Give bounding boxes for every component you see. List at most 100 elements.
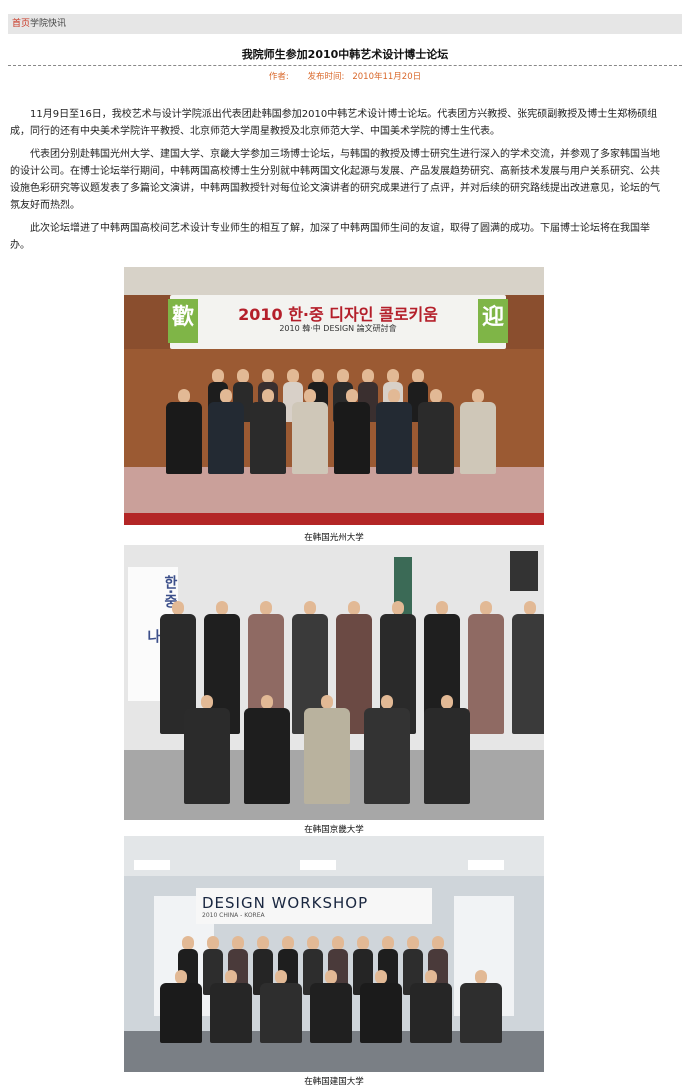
person-head [321,695,333,709]
person-head [172,601,184,615]
person-head [175,970,187,984]
photo-caption-2: 在韩国京畿大学 [304,825,364,835]
person-head [201,695,213,709]
photo-caption-3: 在韩国建国大学 [304,1077,364,1087]
person-body [360,983,402,1043]
person-body [208,402,244,474]
banner-right-char: 迎 [478,299,508,343]
person-head [436,601,448,615]
article-paragraph-3: 此次论坛增进了中韩两国高校间艺术设计专业师生的相互了解，加深了中韩两国师生间的友… [10,223,650,251]
workshop-banner: DESIGN WORKSHOP 2010 CHINA - KOREA [196,888,432,924]
person-head [524,601,536,615]
ceiling-light [300,860,336,870]
person-head [346,389,358,403]
breadcrumb: 首页学院快讯 [8,14,682,34]
ceiling-light [134,860,170,870]
person-head [348,601,360,615]
article-paragraph-1: 11月9日至16日，我校艺术与设计学院派出代表团赴韩国参加2010中韩艺术设计博… [10,109,658,137]
person-body [460,983,502,1043]
photo-caption-1: 在韩国光州大学 [304,533,364,543]
person-head [312,369,324,383]
person-body [376,402,412,474]
person-head [304,601,316,615]
person-body [210,983,252,1043]
person-head [441,695,453,709]
person-head [325,970,337,984]
person-head [275,970,287,984]
person-body [512,614,544,734]
person-head [212,369,224,383]
banner-subtitle: 2010 韓·中 DESIGN 論文研討會 [279,324,397,333]
date-label: 发布时间: [307,72,345,82]
person-body [292,402,328,474]
person-head [392,601,404,615]
person-head [262,389,274,403]
person-head [225,970,237,984]
banner-left-char: 歡 [168,299,198,343]
person-body [364,708,410,804]
person-head [362,369,374,383]
banner-title: DESIGN WORKSHOP [202,894,369,912]
person-head [472,389,484,403]
person-head [375,970,387,984]
person-body [260,983,302,1043]
person-head [480,601,492,615]
person-head [432,936,444,950]
person-head [337,369,349,383]
person-body [244,708,290,804]
person-head [182,936,194,950]
person-body [468,614,504,734]
person-head [220,389,232,403]
breadcrumb-current: 学院快讯 [30,19,67,29]
article-meta: 作者: 发布时间: 2010年11月20日 [8,70,682,82]
person-head [412,369,424,383]
person-head [381,695,393,709]
person-body [418,402,454,474]
title-divider [8,65,682,66]
person-head [287,369,299,383]
person-head [425,970,437,984]
photo-konkuk-university: DESIGN WORKSHOP 2010 CHINA - KOREA [124,836,544,1072]
banner-subtitle: 2010 CHINA - KOREA [202,912,265,919]
person-head [261,695,273,709]
person-body [310,983,352,1043]
person-head [232,936,244,950]
person-body [304,708,350,804]
person-head [178,389,190,403]
person-head [387,369,399,383]
colloquium-banner: 歡 2010 한·중 디자인 콜로키움 2010 韓·中 DESIGN 論文研討… [168,295,508,349]
person-head [388,389,400,403]
photo-ceiling [124,836,544,876]
person-head [207,936,219,950]
person-head [357,936,369,950]
photo-ceiling [124,267,544,295]
person-head [430,389,442,403]
breadcrumb-home-link[interactable]: 首页 [12,19,30,29]
article-title: 我院师生参加2010中韩艺术设计博士论坛 [241,48,449,61]
photo-floor-edge [124,513,544,525]
article-body: 11月9日至16日，我校艺术与设计学院派出代表团赴韩国参加2010中韩艺术设计博… [10,106,660,260]
person-head [262,369,274,383]
person-body [424,708,470,804]
date-value: 2010年11月20日 [352,72,422,82]
person-head [475,970,487,984]
speaker-icon [510,551,538,591]
ceiling-light [468,860,504,870]
author-label: 作者: [268,72,289,82]
person-head [382,936,394,950]
person-head [304,389,316,403]
person-head [407,936,419,950]
person-body [460,402,496,474]
person-body [410,983,452,1043]
person-head [216,601,228,615]
banner-title: 2010 한·중 디자인 콜로키움 [238,305,438,324]
person-head [282,936,294,950]
person-body [184,708,230,804]
person-body [160,983,202,1043]
person-head [332,936,344,950]
photo-gwangju-university: 歡 2010 한·중 디자인 콜로키움 2010 韓·中 DESIGN 論文研討… [124,267,544,525]
person-body [250,402,286,474]
person-body [166,402,202,474]
person-head [257,936,269,950]
photo-kyonggi-university: 한·중 영상예술세미나 [124,545,544,820]
